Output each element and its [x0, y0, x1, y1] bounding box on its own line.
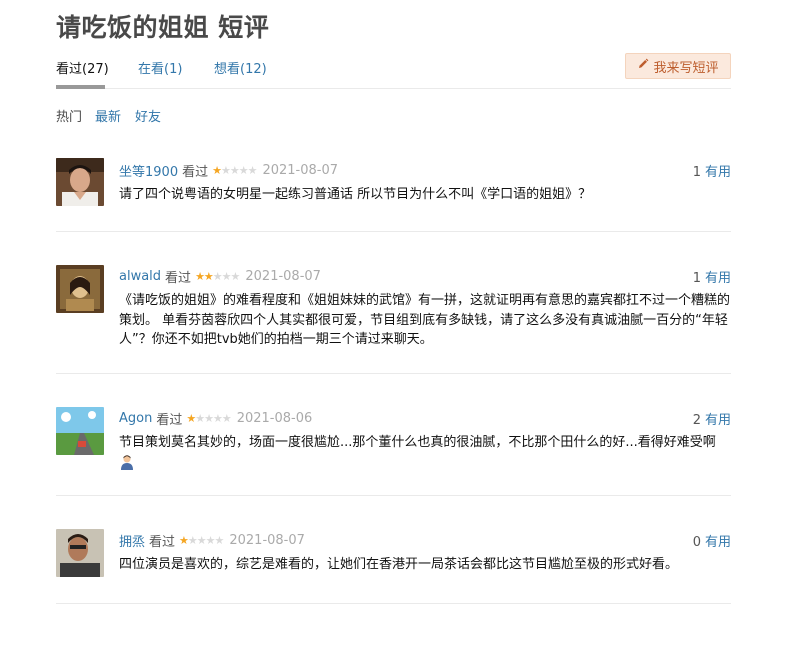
avatar[interactable] — [56, 407, 104, 455]
helpful-votes: 1 有用 — [693, 161, 731, 180]
helpful-button[interactable]: 有用 — [705, 535, 731, 550]
helpful-votes: 2 有用 — [693, 409, 731, 428]
helpful-button[interactable]: 有用 — [705, 165, 731, 180]
comment-text: 节目策划莫名其妙的，场面一度很尴尬...那个董什么也真的很油腻，不比那个田什么的… — [119, 435, 716, 450]
pencil-icon — [637, 58, 649, 74]
rating-stars: ★★★★★ — [195, 270, 240, 283]
tab-want-to-watch[interactable]: 想看(12) — [214, 58, 267, 77]
comment-item: 坐等1900 看过 ★★★★★ 2021-08-07 1 有用 请了四个说粤语的女… — [56, 145, 731, 232]
person-emoji-icon — [119, 454, 135, 470]
sort-friends[interactable]: 好友 — [135, 106, 161, 125]
comment-meta: Agon 看过 ★★★★★ 2021-08-06 — [119, 409, 312, 428]
rating-stars: ★★★★★ — [179, 534, 224, 547]
helpful-votes: 0 有用 — [693, 531, 731, 550]
watch-status: 看过 — [182, 165, 209, 180]
comment-username[interactable]: 坐等1900 — [119, 161, 178, 180]
comment-username[interactable]: alwald — [119, 269, 161, 284]
rating-stars: ★★★★★ — [186, 412, 231, 425]
tab-watching[interactable]: 在看(1) — [138, 58, 182, 77]
comment-text: 请了四个说粤语的女明星一起练习普通话 所以节目为什么不叫《学口语的姐姐》？ — [119, 187, 592, 202]
comment-text-wrap: 节目策划莫名其妙的，场面一度很尴尬...那个董什么也真的很油腻，不比那个田什么的… — [119, 433, 731, 472]
comment-item: Agon 看过 ★★★★★ 2021-08-06 2 有用 节目策划莫名其妙的，场… — [56, 374, 731, 496]
avatar[interactable] — [56, 529, 104, 577]
comment-meta: 拥烝 看过 ★★★★★ 2021-08-07 — [119, 531, 305, 550]
rating-stars: ★★★★★ — [212, 164, 257, 177]
avatar[interactable] — [56, 158, 104, 206]
comment-username[interactable]: 拥烝 — [119, 531, 145, 550]
vote-count: 1 — [692, 165, 701, 180]
watch-status: 看过 — [149, 535, 176, 550]
helpful-button[interactable]: 有用 — [705, 413, 731, 428]
helpful-votes: 1 有用 — [693, 267, 731, 286]
comment-date: 2021-08-07 — [262, 163, 338, 178]
vote-count: 0 — [692, 535, 701, 550]
write-review-label: 我来写短评 — [653, 60, 719, 76]
active-tab-underline — [56, 85, 105, 89]
watch-status: 看过 — [156, 413, 183, 428]
sort-hot[interactable]: 热门 — [56, 106, 82, 125]
comment-date: 2021-08-06 — [236, 411, 313, 426]
page-title: 请吃饭的姐姐 短评 — [56, 13, 270, 42]
comment-text: 四位演员是喜欢的，综艺是难看的，让她们在香港开一局茶话会都比这节目尴尬至极的形式… — [119, 557, 679, 572]
comment-item: 拥烝 看过 ★★★★★ 2021-08-07 0 有用 四位演员是喜欢的，综艺是难… — [56, 496, 731, 604]
sort-newest[interactable]: 最新 — [95, 106, 121, 125]
tab-watched[interactable]: 看过(27) — [56, 58, 109, 77]
comment-meta: 坐等1900 看过 ★★★★★ 2021-08-07 — [119, 161, 338, 180]
comment-username[interactable]: Agon — [119, 411, 152, 426]
comment-date: 2021-08-07 — [245, 269, 321, 284]
status-tabs: 看过(27) 在看(1) 想看(12) 我来写短评 — [56, 50, 731, 89]
vote-count: 2 — [692, 413, 701, 428]
comment-date: 2021-08-07 — [229, 533, 305, 548]
avatar[interactable] — [56, 265, 104, 313]
comment-text: 《请吃饭的姐姐》的难看程度和《姐姐妹妹的武馆》有一拼，这就证明再有意思的嘉宾都扛… — [119, 293, 731, 347]
comment-item: alwald 看过 ★★★★★ 2021-08-07 1 有用 《请吃饭的姐姐》的… — [56, 232, 731, 374]
watch-status: 看过 — [165, 271, 192, 286]
comment-meta: alwald 看过 ★★★★★ 2021-08-07 — [119, 267, 321, 286]
vote-count: 1 — [692, 271, 701, 286]
helpful-button[interactable]: 有用 — [705, 271, 731, 286]
write-review-button[interactable]: 我来写短评 — [625, 53, 731, 79]
